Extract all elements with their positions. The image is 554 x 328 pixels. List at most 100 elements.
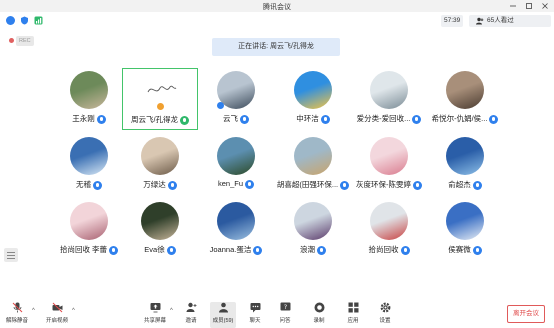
participant-name: 云飞 xyxy=(198,113,274,124)
title-bar: 腾讯会议 xyxy=(0,0,554,12)
share-options-caret[interactable]: ^ xyxy=(170,308,173,314)
participant-name: 王永刚 xyxy=(51,113,127,124)
chat-button[interactable]: 聊天 xyxy=(242,302,268,328)
participant-name: 爱分类-爱回收... xyxy=(351,113,427,124)
add-user-icon xyxy=(186,302,196,312)
minimize-icon[interactable] xyxy=(508,1,518,11)
maximize-icon[interactable] xyxy=(524,1,534,11)
participant-tile[interactable]: 胡喜超(田强环保... xyxy=(275,134,351,196)
participant-name: 浪潮 xyxy=(275,244,351,255)
avatar xyxy=(294,71,332,109)
participant-tile[interactable]: 侯赛微 xyxy=(427,199,503,261)
signal-icon[interactable] xyxy=(34,16,43,25)
mic-status-icon xyxy=(93,180,102,190)
mic-status-icon xyxy=(412,114,422,124)
record-button[interactable]: 录制 xyxy=(306,302,332,328)
participant-name: 灰度环保-陈雯婷 xyxy=(351,179,427,190)
participant-tile[interactable]: 周云飞/孔得龙 xyxy=(122,68,198,130)
people-icon xyxy=(476,17,484,25)
participant-tile[interactable]: 中环洁 xyxy=(275,68,351,130)
avatar xyxy=(70,137,108,175)
participant-tile[interactable]: 王永刚 xyxy=(51,68,127,130)
record-icon xyxy=(314,302,324,313)
avatar xyxy=(370,71,408,109)
participant-tile[interactable]: 灰度环保-陈雯婷 xyxy=(351,134,427,196)
participant-name: 俞超杰 xyxy=(427,179,503,190)
mic-status-icon xyxy=(320,114,330,124)
mic-status-icon xyxy=(167,180,177,190)
video-options-caret[interactable]: ^ xyxy=(72,308,75,314)
apps-button[interactable]: 应用 xyxy=(340,302,366,328)
participant-count-button[interactable]: 65人看过 xyxy=(469,15,551,27)
mic-status-icon xyxy=(317,245,326,255)
avatar xyxy=(217,137,255,175)
mic-status-icon xyxy=(253,245,263,255)
participant-tile[interactable]: 拾尚回收 李蕾 xyxy=(51,199,127,261)
participant-tile[interactable]: 浪潮 xyxy=(275,199,351,261)
participant-tile[interactable]: 爱分类-爱回收... xyxy=(351,68,427,130)
mic-status-icon xyxy=(96,114,106,124)
participant-name: ken_Fu xyxy=(198,179,274,189)
mic-status-icon xyxy=(489,114,499,124)
mic-status-icon xyxy=(166,245,176,255)
window-title: 腾讯会议 xyxy=(263,4,291,11)
participant-name: 中环洁 xyxy=(275,113,351,124)
avatar xyxy=(294,202,332,240)
mic-status-icon xyxy=(472,245,482,255)
participant-count: 65人看过 xyxy=(487,17,514,24)
record-dot-icon xyxy=(9,38,14,44)
qa-button[interactable]: ? 问答 xyxy=(272,302,298,328)
members-button[interactable]: 成员(59) xyxy=(210,302,236,328)
share-screen-button[interactable]: 共享屏幕 xyxy=(142,302,168,328)
close-icon[interactable] xyxy=(540,1,550,11)
video-button[interactable]: 开启视频 xyxy=(44,302,70,328)
participant-tile[interactable]: 希悦尔-仇娟/侯... xyxy=(427,68,503,130)
avatar xyxy=(141,137,179,175)
participant-tile[interactable]: 无稽 xyxy=(51,134,127,196)
avatar xyxy=(70,202,108,240)
settings-button[interactable]: 设置 xyxy=(372,302,398,328)
mute-options-caret[interactable]: ^ xyxy=(32,308,35,314)
invite-button[interactable]: 邀请 xyxy=(178,302,204,328)
members-icon xyxy=(218,302,228,313)
leave-meeting-button[interactable]: 离开会议 xyxy=(507,305,545,323)
mic-status-icon xyxy=(400,245,410,255)
participant-name: 周云飞/孔得龙 xyxy=(123,114,197,125)
screen-share-icon xyxy=(150,303,160,313)
participant-tile[interactable]: ken_Fu xyxy=(198,134,274,196)
list-view-button[interactable] xyxy=(4,248,18,262)
participant-tile[interactable]: Eva徐 xyxy=(122,199,198,261)
meeting-timer: 57:39 xyxy=(441,15,464,27)
avatar xyxy=(370,137,408,175)
mic-status-icon xyxy=(245,179,255,189)
participant-tile[interactable]: Joanna.蛋洁 xyxy=(198,199,274,261)
avatar xyxy=(294,137,332,175)
participant-name: 希悦尔-仇娟/侯... xyxy=(427,113,503,124)
chat-icon xyxy=(250,303,260,313)
camera-off-icon xyxy=(52,302,62,313)
mic-muted-icon xyxy=(12,302,22,313)
speaking-banner: 正在讲话: 周云飞/孔得龙 xyxy=(212,38,340,56)
bottom-toolbar: 解除静音 ^ 开启视频 ^ 共享屏幕 ^ 邀请 成员(59) 聊天 ? 问答 录… xyxy=(0,300,554,328)
info-icon[interactable] xyxy=(6,16,15,25)
participant-tile[interactable]: 拾尚回收 xyxy=(351,199,427,261)
avatar xyxy=(141,202,179,240)
participant-name: 胡喜超(田强环保... xyxy=(275,179,351,190)
mute-button[interactable]: 解除静音 xyxy=(4,302,30,328)
avatar xyxy=(70,71,108,109)
avatar xyxy=(217,202,255,240)
participant-name: 拾尚回收 李蕾 xyxy=(51,244,127,255)
mic-status-icon xyxy=(180,115,190,125)
avatar xyxy=(446,202,484,240)
participant-name: Joanna.蛋洁 xyxy=(198,244,274,255)
participant-tile[interactable]: 俞超杰 xyxy=(427,134,503,196)
participant-name: 侯赛微 xyxy=(427,244,503,255)
host-badge-icon xyxy=(157,103,164,110)
recording-badge: REC xyxy=(9,36,34,46)
gear-icon xyxy=(380,302,390,313)
question-icon: ? xyxy=(280,302,290,311)
shield-icon[interactable] xyxy=(20,16,29,25)
participant-tile[interactable]: 云飞 xyxy=(198,68,274,130)
participant-tile[interactable]: 万绿达 xyxy=(122,134,198,196)
mic-status-icon xyxy=(413,180,422,190)
